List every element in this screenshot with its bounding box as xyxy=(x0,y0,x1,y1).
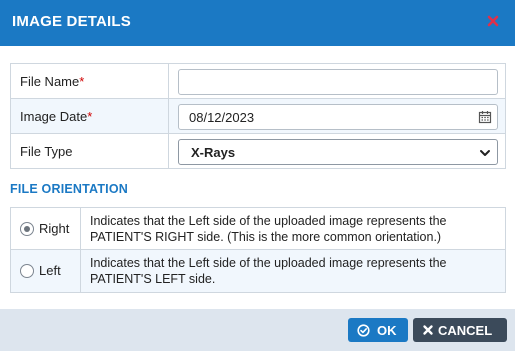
radio-right[interactable] xyxy=(20,222,34,236)
dialog-title: IMAGE DETAILS xyxy=(12,13,131,30)
file-name-row: File Name* xyxy=(11,64,505,99)
orientation-right-description: Indicates that the Left side of the uplo… xyxy=(90,214,447,244)
calendar-icon[interactable] xyxy=(478,110,492,124)
close-icon xyxy=(423,325,433,335)
file-type-row: File Type X-Rays xyxy=(11,134,505,169)
required-marker: * xyxy=(87,109,93,124)
orientation-table: Right Indicates that the Left side of th… xyxy=(10,207,506,293)
orientation-left-description: Indicates that the Left side of the uplo… xyxy=(90,256,447,286)
file-name-label: File Name* xyxy=(11,64,169,99)
radio-left[interactable] xyxy=(20,264,34,278)
orientation-option-right[interactable]: Right xyxy=(11,208,81,250)
orientation-option-left[interactable]: Left xyxy=(11,250,81,292)
image-date-label: Image Date* xyxy=(11,99,169,134)
close-icon[interactable] xyxy=(486,14,500,28)
file-type-value: X-Rays xyxy=(191,145,236,160)
file-orientation-heading: FILE ORIENTATION xyxy=(10,182,129,196)
ok-label: OK xyxy=(377,323,397,338)
details-form: File Name* Image Date* 08/12/2023 File T… xyxy=(10,63,506,169)
required-marker: * xyxy=(79,74,85,89)
dialog-footer: OK CANCEL xyxy=(0,309,515,351)
file-type-label: File Type xyxy=(11,134,169,169)
orientation-row-left: Left Indicates that the Left side of the… xyxy=(11,250,505,292)
orientation-row-right: Right Indicates that the Left side of th… xyxy=(11,208,505,250)
chevron-down-icon xyxy=(480,150,490,156)
file-type-select[interactable]: X-Rays xyxy=(178,139,498,165)
radio-right-label[interactable]: Right xyxy=(39,221,69,236)
image-date-row: Image Date* 08/12/2023 xyxy=(11,99,505,134)
dialog-header: IMAGE DETAILS xyxy=(0,0,515,46)
cancel-label: CANCEL xyxy=(438,323,493,338)
ok-button[interactable]: OK xyxy=(348,318,408,342)
image-date-value: 08/12/2023 xyxy=(189,110,255,125)
image-date-input[interactable]: 08/12/2023 xyxy=(178,104,498,130)
cancel-button[interactable]: CANCEL xyxy=(413,318,507,342)
file-name-input[interactable] xyxy=(178,69,498,95)
radio-left-label[interactable]: Left xyxy=(39,263,61,278)
check-circle-icon xyxy=(357,324,370,337)
